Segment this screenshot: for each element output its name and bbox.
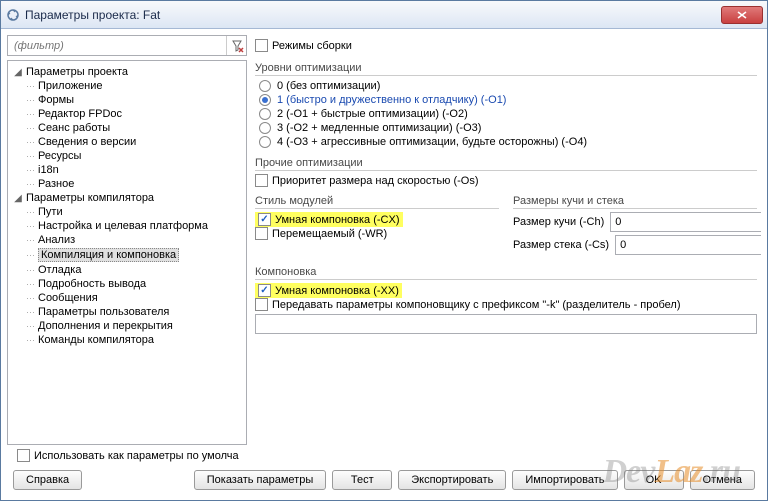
pass-k-checkbox[interactable]	[255, 298, 268, 311]
opt-radio-2[interactable]: 2 (-O1 + быстрые оптимизации) (-O2)	[255, 107, 757, 121]
opt-radio-3[interactable]: 3 (-O2 + медленные оптимизации) (-O3)	[255, 121, 757, 135]
default-params-checkbox[interactable]	[17, 449, 30, 462]
opt-radio-0[interactable]: 0 (без оптимизации)	[255, 79, 757, 93]
close-button[interactable]	[721, 6, 763, 24]
smart-link-cx-row[interactable]: Умная компоновка (-CX)	[255, 212, 499, 227]
heap-size-input[interactable]	[610, 212, 761, 232]
tree-item[interactable]: ⋯i18n	[10, 163, 244, 177]
smart-link-cx-checkbox[interactable]	[258, 213, 271, 226]
reloc-wr-checkbox[interactable]	[255, 227, 268, 240]
cancel-button[interactable]: Отмена	[690, 470, 755, 490]
reloc-wr-row[interactable]: Перемещаемый (-WR)	[255, 227, 499, 240]
tree-group[interactable]: ◢Параметры компилятора	[10, 191, 244, 205]
pass-k-row[interactable]: Передавать параметры компоновщику с преф…	[255, 298, 757, 311]
tree-item[interactable]: ⋯Разное	[10, 177, 244, 191]
linker-options-input[interactable]	[255, 314, 757, 334]
smart-link-xx-row[interactable]: Умная компоновка (-XX)	[255, 283, 757, 298]
tree-item[interactable]: ⋯Отладка	[10, 263, 244, 277]
chevron-down-icon[interactable]: ◢	[12, 193, 24, 204]
tree-group[interactable]: ◢Параметры проекта	[10, 65, 244, 79]
build-modes-checkbox-row[interactable]: Режимы сборки	[255, 39, 352, 52]
unit-style-title: Стиль модулей	[255, 195, 499, 207]
test-button[interactable]: Тест	[332, 470, 392, 490]
opt-radio-4[interactable]: 4 (-O3 + агрессивные оптимизации, будьте…	[255, 135, 757, 149]
tree-item[interactable]: ⋯Сеанс работы	[10, 121, 244, 135]
tree-item[interactable]: ⋯Анализ	[10, 233, 244, 247]
window-title: Параметры проекта: Fat	[25, 8, 721, 22]
chevron-down-icon[interactable]: ◢	[12, 67, 24, 78]
tree-item[interactable]: ⋯Сообщения	[10, 291, 244, 305]
tree-panel[interactable]: ◢Параметры проекта⋯Приложение⋯Формы⋯Реда…	[7, 60, 247, 445]
tree-item[interactable]: ⋯Пути	[10, 205, 244, 219]
settings-panel: Уровни оптимизации 0 (без оптимизации) 1…	[251, 60, 761, 445]
linking-title: Компоновка	[255, 266, 757, 278]
tree-item[interactable]: ⋯Команды компилятора	[10, 333, 244, 347]
tree-item[interactable]: ⋯Дополнения и перекрытия	[10, 319, 244, 333]
tree-item[interactable]: ⋯Ресурсы	[10, 149, 244, 163]
filter-clear-button[interactable]	[226, 36, 246, 55]
ok-button[interactable]: OK	[624, 470, 684, 490]
filter-box	[7, 35, 247, 56]
tree-item[interactable]: ⋯Подробность вывода	[10, 277, 244, 291]
size-priority-checkbox[interactable]	[255, 174, 268, 187]
export-button[interactable]: Экспортировать	[398, 470, 506, 490]
stack-size-input[interactable]	[615, 235, 761, 255]
tree-item[interactable]: ⋯Сведения о версии	[10, 135, 244, 149]
tree-item[interactable]: ⋯Компиляция и компоновка	[10, 247, 244, 263]
default-params-row[interactable]: Использовать как параметры по умолча	[17, 449, 239, 462]
help-button[interactable]: Справка	[13, 470, 82, 490]
filter-input[interactable]	[8, 38, 226, 54]
app-icon	[5, 7, 21, 23]
heap-size-label: Размер кучи (-Ch)	[513, 216, 604, 228]
tree-item[interactable]: ⋯Формы	[10, 93, 244, 107]
import-button[interactable]: Импортировать	[512, 470, 617, 490]
size-priority-checkbox-row[interactable]: Приоритет размера над скоростью (-Os)	[255, 174, 757, 187]
opt-level-title: Уровни оптимизации	[255, 62, 757, 74]
smart-link-xx-checkbox[interactable]	[258, 284, 271, 297]
button-row: Справка Показать параметры Тест Экспорти…	[7, 466, 761, 494]
titlebar: Параметры проекта: Fat	[1, 1, 767, 29]
stack-size-label: Размер стека (-Cs)	[513, 239, 609, 251]
opt-radio-1[interactable]: 1 (быстро и дружественно к отладчику) (-…	[255, 93, 757, 107]
tree-item[interactable]: ⋯Приложение	[10, 79, 244, 93]
tree-item[interactable]: ⋯Параметры пользователя	[10, 305, 244, 319]
build-modes-label: Режимы сборки	[272, 40, 352, 52]
build-modes-checkbox[interactable]	[255, 39, 268, 52]
heap-stack-title: Размеры кучи и стека	[513, 195, 757, 207]
other-opt-title: Прочие оптимизации	[255, 157, 757, 169]
tree-item[interactable]: ⋯Редактор FPDoc	[10, 107, 244, 121]
show-params-button[interactable]: Показать параметры	[194, 470, 327, 490]
tree-item[interactable]: ⋯Настройка и целевая платформа	[10, 219, 244, 233]
